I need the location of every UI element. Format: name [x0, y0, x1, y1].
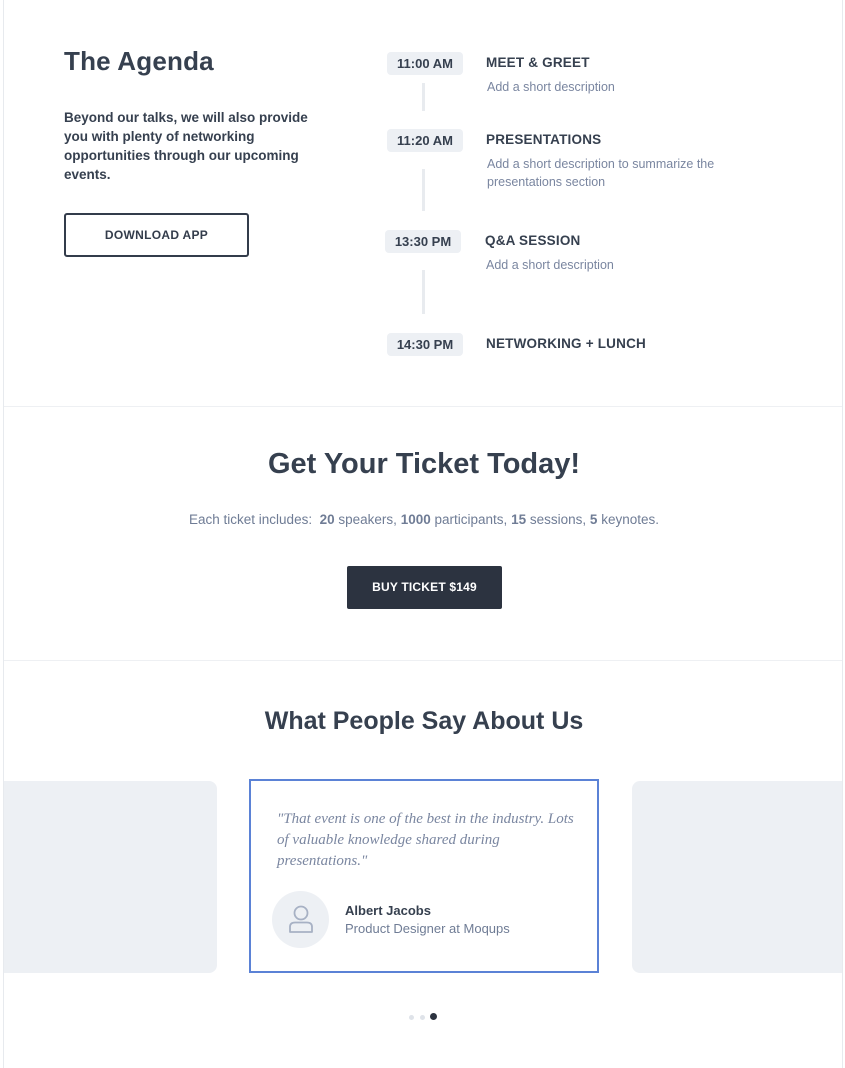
- keynotes-count: 5: [589, 512, 598, 527]
- event-title-1: MEET & GREET: [486, 55, 590, 70]
- download-app-button[interactable]: DOWNLOAD APP: [64, 213, 249, 257]
- testimonial-card-previous[interactable]: [4, 781, 217, 973]
- carousel-dot-2[interactable]: [420, 1014, 425, 1020]
- event-title-4: NETWORKING + LUNCH: [486, 336, 646, 351]
- sessions-count: 15: [511, 512, 527, 527]
- testimonials-title: What People Say About Us: [264, 707, 584, 735]
- event-time-4: 14:30 PM: [387, 333, 463, 356]
- testimonial-card-active: "That event is one of the best in the in…: [249, 779, 599, 973]
- agenda-title: The Agenda: [64, 46, 214, 76]
- agenda-description: Beyond our talks, we will also provide y…: [64, 110, 308, 182]
- section-divider: [4, 406, 842, 407]
- timeline-connector: [422, 83, 425, 111]
- testimonial-quote: "That event is one of the best in the in…: [277, 811, 574, 869]
- timeline-connector: [422, 270, 425, 314]
- speakers-label: speakers,: [338, 512, 397, 527]
- keynotes-label: keynotes.: [601, 512, 659, 527]
- participants-label: participants,: [434, 512, 508, 527]
- event-title-2: PRESENTATIONS: [486, 132, 602, 147]
- user-icon: [289, 905, 313, 933]
- testimonial-card-next[interactable]: [632, 781, 842, 973]
- section-divider: [4, 660, 842, 661]
- event-description-2: Add a short description to summarize the…: [487, 157, 715, 189]
- event-description-3: Add a short description: [486, 258, 614, 272]
- testimonial-author-name: Albert Jacobs: [345, 903, 431, 918]
- event-description-1: Add a short description: [487, 80, 615, 94]
- testimonial-author-role: Product Designer at Moqups: [345, 921, 510, 936]
- event-time-3: 13:30 PM: [385, 230, 461, 253]
- participants-count: 1000: [400, 512, 431, 527]
- carousel-dot-1[interactable]: [409, 1014, 414, 1020]
- buy-ticket-button[interactable]: BUY TICKET $149: [347, 566, 502, 609]
- sessions-label: sessions,: [529, 512, 587, 527]
- timeline-connector: [422, 169, 425, 211]
- ticket-title: Get Your Ticket Today!: [267, 448, 581, 480]
- event-time-1: 11:00 AM: [387, 52, 463, 75]
- speakers-count: 20: [319, 512, 335, 527]
- event-time-2: 11:20 AM: [387, 129, 463, 152]
- carousel-dot-3[interactable]: [430, 1013, 437, 1020]
- avatar: [272, 891, 329, 948]
- ticket-includes-prefix: Each ticket includes:: [189, 512, 313, 527]
- event-title-3: Q&A SESSION: [485, 233, 581, 248]
- ticket-includes: Each ticket includes: 20 speakers, 1000 …: [4, 512, 842, 527]
- page-frame: The Agenda Beyond our talks, we will als…: [3, 0, 843, 1068]
